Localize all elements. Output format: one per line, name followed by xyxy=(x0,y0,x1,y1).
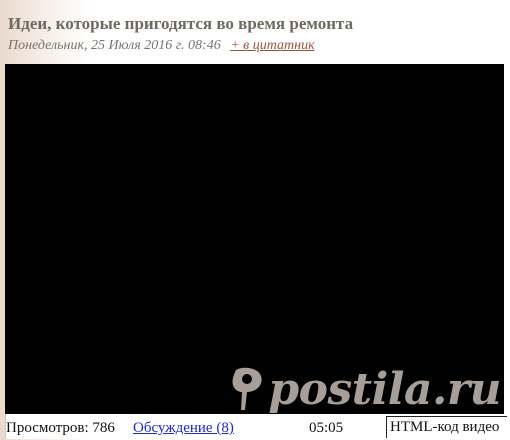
views-count: Просмотров: 786 xyxy=(6,420,115,436)
post-meta: Понедельник, 25 Июля 2016 г. 08:46 + в ц… xyxy=(8,37,315,55)
video-duration: 05:05 xyxy=(309,420,344,436)
post-date: Понедельник, 25 Июля 2016 г. 08:46 xyxy=(8,38,221,53)
postila-watermark: postila.ru xyxy=(228,366,501,412)
post-title: Идеи, которые пригодятся во время ремонт… xyxy=(8,14,354,33)
html-embed-button[interactable]: HTML-код видео xyxy=(386,416,507,438)
discussion-link[interactable]: Обсуждение (8) xyxy=(133,416,234,440)
add-to-quotes-link[interactable]: + в цитатник xyxy=(230,38,314,53)
video-player[interactable]: postila.ru xyxy=(5,64,504,414)
pin-icon xyxy=(232,367,262,410)
watermark-text: postila.ru xyxy=(268,364,501,414)
video-info-bar: Просмотров: 786 Обсуждение (8) 05:05 HTM… xyxy=(5,414,507,440)
